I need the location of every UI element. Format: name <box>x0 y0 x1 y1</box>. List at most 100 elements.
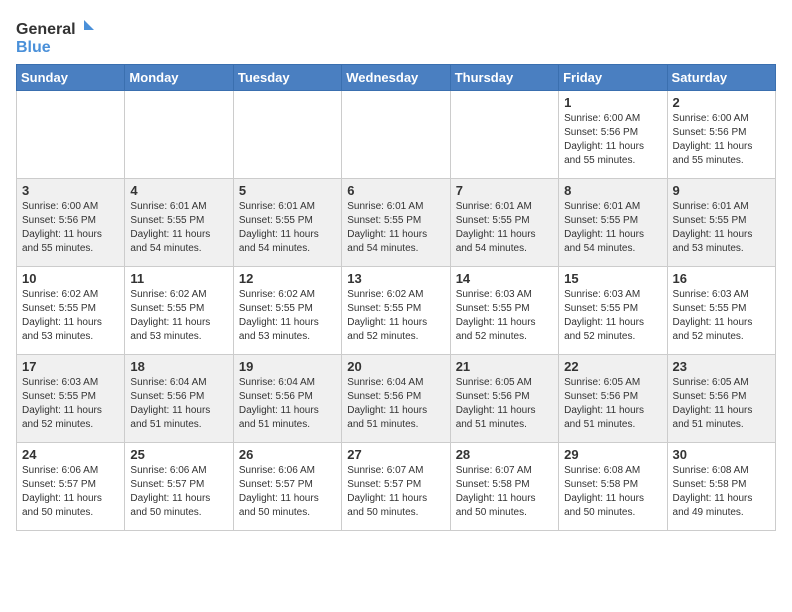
day-info: Sunrise: 6:08 AM Sunset: 5:58 PM Dayligh… <box>673 464 770 520</box>
day-info: Sunrise: 6:01 AM Sunset: 5:55 PM Dayligh… <box>564 200 661 256</box>
calendar-table: SundayMondayTuesdayWednesdayThursdayFrid… <box>16 64 776 531</box>
day-info: Sunrise: 6:07 AM Sunset: 5:58 PM Dayligh… <box>456 464 553 520</box>
calendar-cell: 22Sunrise: 6:05 AM Sunset: 5:56 PM Dayli… <box>559 355 667 443</box>
day-number: 29 <box>564 447 661 462</box>
day-number: 6 <box>347 183 444 198</box>
calendar-cell <box>342 91 450 179</box>
calendar-cell: 17 Sunrise: 6:03 AM Sunset: 5:55 PM Dayli… <box>17 355 125 443</box>
calendar-header-monday: Monday <box>125 65 233 91</box>
day-number: 17 <box>22 359 119 374</box>
calendar-cell: 27 Sunrise: 6:07 AM Sunset: 5:57 PM Dayli… <box>342 443 450 531</box>
calendar-cell: 11 Sunrise: 6:02 AM Sunset: 5:55 PM Dayli… <box>125 267 233 355</box>
calendar-cell: 3Sunrise: 6:00 AM Sunset: 5:56 PM Daylig… <box>17 179 125 267</box>
calendar-cell: 28Sunrise: 6:07 AM Sunset: 5:58 PM Dayli… <box>450 443 558 531</box>
calendar-cell: 4 Sunrise: 6:01 AM Sunset: 5:55 PM Daylig… <box>125 179 233 267</box>
calendar-cell: 18Sunrise: 6:04 AM Sunset: 5:56 PM Dayli… <box>125 355 233 443</box>
calendar-cell: 16 Sunrise: 6:03 AM Sunset: 5:55 PM Dayli… <box>667 267 775 355</box>
day-number: 11 <box>130 271 227 286</box>
day-info: Sunrise: 6:05 AM Sunset: 5:56 PM Dayligh… <box>456 376 553 432</box>
day-number: 16 <box>673 271 770 286</box>
calendar-cell: 1 Sunrise: 6:00 AM Sunset: 5:56 PM Daylig… <box>559 91 667 179</box>
day-info: Sunrise: 6:01 AM Sunset: 5:55 PM Dayligh… <box>239 200 336 256</box>
day-number: 23 <box>673 359 770 374</box>
day-info: Sunrise: 6:01 AM Sunset: 5:55 PM Dayligh… <box>456 200 553 256</box>
calendar-cell: 19 Sunrise: 6:04 AM Sunset: 5:56 PM Dayli… <box>233 355 341 443</box>
calendar-cell: 29 Sunrise: 6:08 AM Sunset: 5:58 PM Dayli… <box>559 443 667 531</box>
day-info: Sunrise: 6:01 AM Sunset: 5:55 PM Dayligh… <box>673 200 770 256</box>
day-info: Sunrise: 6:06 AM Sunset: 5:57 PM Dayligh… <box>22 464 119 520</box>
day-number: 19 <box>239 359 336 374</box>
day-info: Sunrise: 6:06 AM Sunset: 5:57 PM Dayligh… <box>239 464 336 520</box>
day-info: Sunrise: 6:05 AM Sunset: 5:56 PM Dayligh… <box>673 376 770 432</box>
day-number: 25 <box>130 447 227 462</box>
calendar-week-row: 24 Sunrise: 6:06 AM Sunset: 5:57 PM Dayli… <box>17 443 776 531</box>
day-info: Sunrise: 6:03 AM Sunset: 5:55 PM Dayligh… <box>564 288 661 344</box>
calendar-week-row: 10 Sunrise: 6:02 AM Sunset: 5:55 PM Dayli… <box>17 267 776 355</box>
day-info: Sunrise: 6:02 AM Sunset: 5:55 PM Dayligh… <box>239 288 336 344</box>
calendar-cell: 30 Sunrise: 6:08 AM Sunset: 5:58 PM Dayli… <box>667 443 775 531</box>
calendar-cell: 23 Sunrise: 6:05 AM Sunset: 5:56 PM Dayli… <box>667 355 775 443</box>
day-number: 13 <box>347 271 444 286</box>
day-info: Sunrise: 6:04 AM Sunset: 5:56 PM Dayligh… <box>130 376 227 432</box>
calendar-cell <box>125 91 233 179</box>
calendar-cell: 5 Sunrise: 6:01 AM Sunset: 5:55 PM Daylig… <box>233 179 341 267</box>
calendar-cell: 24 Sunrise: 6:06 AM Sunset: 5:57 PM Dayli… <box>17 443 125 531</box>
calendar-cell: 20Sunrise: 6:04 AM Sunset: 5:56 PM Dayli… <box>342 355 450 443</box>
day-number: 30 <box>673 447 770 462</box>
day-info: Sunrise: 6:07 AM Sunset: 5:57 PM Dayligh… <box>347 464 444 520</box>
day-number: 14 <box>456 271 553 286</box>
day-info: Sunrise: 6:03 AM Sunset: 5:55 PM Dayligh… <box>456 288 553 344</box>
calendar-header-saturday: Saturday <box>667 65 775 91</box>
day-number: 20 <box>347 359 444 374</box>
calendar-cell: 15 Sunrise: 6:03 AM Sunset: 5:55 PM Dayli… <box>559 267 667 355</box>
day-info: Sunrise: 6:02 AM Sunset: 5:55 PM Dayligh… <box>22 288 119 344</box>
day-number: 26 <box>239 447 336 462</box>
day-info: Sunrise: 6:00 AM Sunset: 5:56 PM Dayligh… <box>564 112 661 168</box>
day-number: 21 <box>456 359 553 374</box>
calendar-cell <box>233 91 341 179</box>
day-info: Sunrise: 6:06 AM Sunset: 5:57 PM Dayligh… <box>130 464 227 520</box>
calendar-header-thursday: Thursday <box>450 65 558 91</box>
day-number: 3 <box>22 183 119 198</box>
calendar-cell: 7 Sunrise: 6:01 AM Sunset: 5:55 PM Daylig… <box>450 179 558 267</box>
day-number: 12 <box>239 271 336 286</box>
day-info: Sunrise: 6:04 AM Sunset: 5:56 PM Dayligh… <box>239 376 336 432</box>
calendar-cell: 25 Sunrise: 6:06 AM Sunset: 5:57 PM Dayli… <box>125 443 233 531</box>
day-number: 7 <box>456 183 553 198</box>
day-number: 1 <box>564 95 661 110</box>
page-header: GeneralBlue <box>16 16 776 56</box>
calendar-cell: 13 Sunrise: 6:02 AM Sunset: 5:55 PM Dayli… <box>342 267 450 355</box>
day-info: Sunrise: 6:01 AM Sunset: 5:55 PM Dayligh… <box>347 200 444 256</box>
day-number: 8 <box>564 183 661 198</box>
day-number: 4 <box>130 183 227 198</box>
calendar-cell: 12 Sunrise: 6:02 AM Sunset: 5:55 PM Dayli… <box>233 267 341 355</box>
calendar-cell: 8 Sunrise: 6:01 AM Sunset: 5:55 PM Daylig… <box>559 179 667 267</box>
calendar-header-tuesday: Tuesday <box>233 65 341 91</box>
calendar-week-row: 1 Sunrise: 6:00 AM Sunset: 5:56 PM Daylig… <box>17 91 776 179</box>
day-number: 5 <box>239 183 336 198</box>
svg-text:Blue: Blue <box>16 39 51 56</box>
calendar-cell: 2 Sunrise: 6:00 AM Sunset: 5:56 PM Daylig… <box>667 91 775 179</box>
day-number: 15 <box>564 271 661 286</box>
logo: GeneralBlue <box>16 16 96 56</box>
calendar-cell: 14 Sunrise: 6:03 AM Sunset: 5:55 PM Dayli… <box>450 267 558 355</box>
day-info: Sunrise: 6:01 AM Sunset: 5:55 PM Dayligh… <box>130 200 227 256</box>
day-info: Sunrise: 6:03 AM Sunset: 5:55 PM Dayligh… <box>673 288 770 344</box>
day-number: 27 <box>347 447 444 462</box>
calendar-cell: 26 Sunrise: 6:06 AM Sunset: 5:57 PM Dayli… <box>233 443 341 531</box>
day-number: 10 <box>22 271 119 286</box>
calendar-header-row: SundayMondayTuesdayWednesdayThursdayFrid… <box>17 65 776 91</box>
day-number: 2 <box>673 95 770 110</box>
day-number: 9 <box>673 183 770 198</box>
calendar-week-row: 3Sunrise: 6:00 AM Sunset: 5:56 PM Daylig… <box>17 179 776 267</box>
day-info: Sunrise: 6:02 AM Sunset: 5:55 PM Dayligh… <box>347 288 444 344</box>
calendar-cell: 9 Sunrise: 6:01 AM Sunset: 5:55 PM Daylig… <box>667 179 775 267</box>
day-info: Sunrise: 6:03 AM Sunset: 5:55 PM Dayligh… <box>22 376 119 432</box>
day-number: 24 <box>22 447 119 462</box>
calendar-week-row: 17 Sunrise: 6:03 AM Sunset: 5:55 PM Dayli… <box>17 355 776 443</box>
calendar-header-wednesday: Wednesday <box>342 65 450 91</box>
day-info: Sunrise: 6:08 AM Sunset: 5:58 PM Dayligh… <box>564 464 661 520</box>
day-info: Sunrise: 6:00 AM Sunset: 5:56 PM Dayligh… <box>673 112 770 168</box>
day-info: Sunrise: 6:02 AM Sunset: 5:55 PM Dayligh… <box>130 288 227 344</box>
calendar-cell <box>17 91 125 179</box>
